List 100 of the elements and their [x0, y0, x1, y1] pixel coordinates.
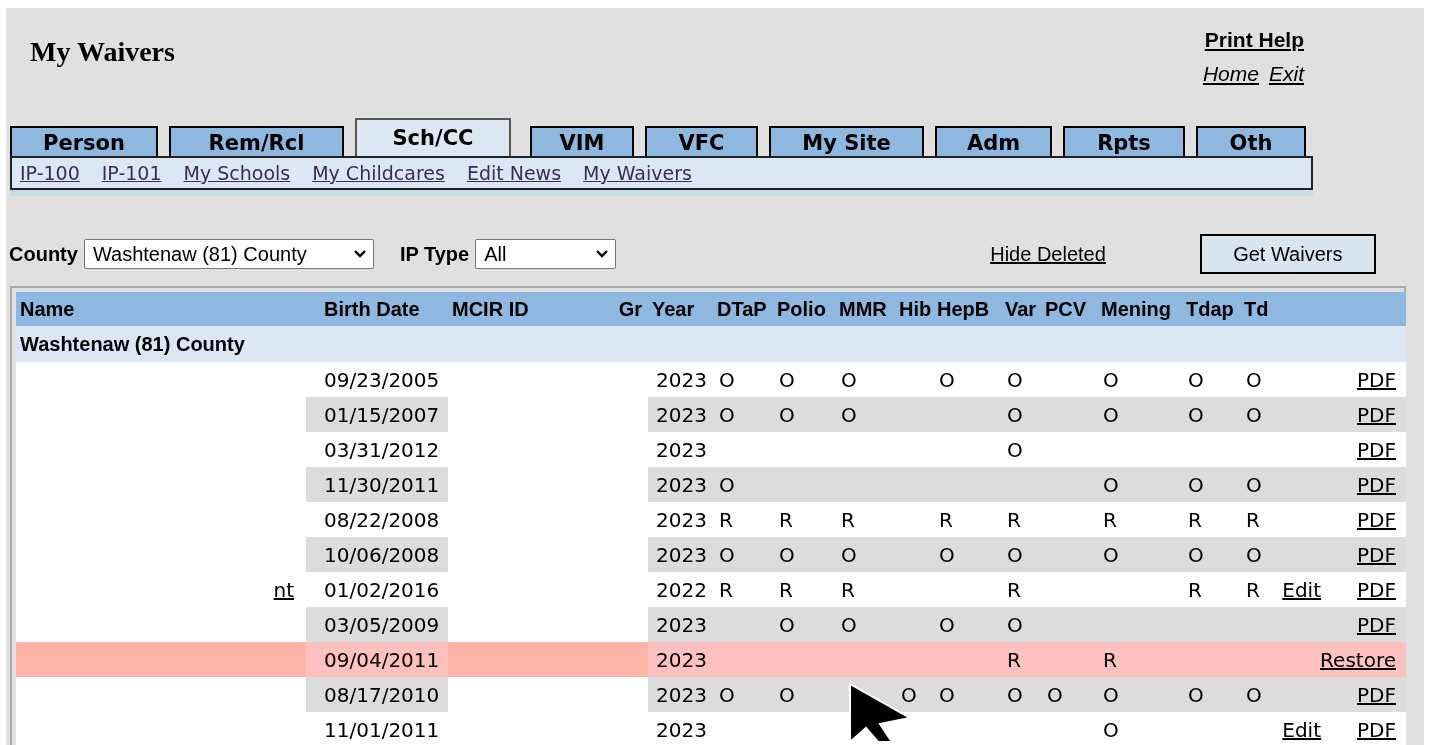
table-cell: O: [1188, 542, 1204, 567]
group-heading: Washtenaw (81) County: [16, 326, 1406, 362]
table-cell: 08/22/2008: [306, 502, 448, 537]
edit-link[interactable]: Edit: [1282, 577, 1321, 602]
table-cell: O: [779, 542, 795, 567]
filter-dropdown[interactable]: Washtenaw (81) County: [83, 239, 374, 269]
subnav-link[interactable]: Edit News: [466, 162, 562, 184]
subnav-link[interactable]: IP-101: [101, 162, 162, 184]
row-action-link[interactable]: PDF: [1357, 472, 1396, 497]
row-action-link[interactable]: PDF: [1357, 577, 1396, 602]
nav-tab[interactable]: Oth: [1196, 126, 1306, 156]
column-header: Birth Date: [306, 292, 448, 326]
table-cell: O: [719, 542, 735, 567]
edit-link[interactable]: Edit: [1282, 717, 1321, 742]
filter-label: County: [9, 242, 78, 266]
filter-label: IP Type: [399, 242, 470, 266]
nav-tab[interactable]: Adm: [935, 126, 1052, 156]
column-header: Hib: [895, 292, 933, 326]
table-cell: O: [1103, 472, 1119, 497]
subnav-link[interactable]: IP-100: [20, 162, 80, 184]
row-action-link[interactable]: PDF: [1357, 682, 1396, 707]
column-header: Year: [648, 292, 713, 326]
row-action-link[interactable]: PDF: [1357, 612, 1396, 637]
row-action-link[interactable]: PDF: [1357, 437, 1396, 462]
table-cell: 09/04/2011: [306, 642, 448, 677]
table-cell: O: [1246, 367, 1262, 392]
table-cell: R: [779, 507, 793, 532]
table-cell: 11/30/2011: [306, 467, 448, 502]
table-cell: O: [719, 402, 735, 427]
table-cell: O: [939, 367, 955, 392]
table-cell: O: [939, 542, 955, 567]
table-cell: O: [719, 367, 735, 392]
table-cell: 10/06/2008: [306, 537, 448, 572]
table-cell: O: [1103, 402, 1119, 427]
name-link[interactable]: nt: [273, 577, 294, 602]
nav-tab[interactable]: Rpts: [1063, 126, 1185, 156]
header-link[interactable]: Print Help: [1204, 28, 1304, 51]
table-cell: R: [1246, 577, 1260, 602]
table-cell: 2023: [648, 712, 713, 745]
column-header: Polio: [773, 292, 835, 326]
row-action-link[interactable]: PDF: [1357, 367, 1396, 392]
table-cell: R: [1246, 507, 1260, 532]
filter-dropdown[interactable]: All: [475, 239, 617, 269]
table-cell: 2023: [648, 397, 713, 432]
header-link[interactable]: Exit: [1269, 62, 1304, 86]
chevron-icon: [595, 249, 610, 259]
table-cell: 09/23/2005: [306, 362, 448, 397]
table-cell: 11/01/2011: [306, 712, 448, 745]
table-cell: 2023: [648, 537, 713, 572]
nav-tab[interactable]: My Site: [769, 126, 924, 156]
column-header: Tdap: [1182, 292, 1240, 326]
table-cell: O: [1103, 717, 1119, 742]
page-title: My Waivers: [30, 36, 175, 69]
table-cell: O: [1007, 682, 1023, 707]
table-cell: R: [1007, 647, 1021, 672]
column-header: DTaP: [713, 292, 773, 326]
header-link[interactable]: Home: [1202, 62, 1259, 86]
nav-tab[interactable]: VFC: [645, 126, 758, 156]
nav-tab[interactable]: VIM: [530, 126, 634, 156]
table-cell: R: [841, 577, 855, 602]
row-action-link[interactable]: PDF: [1357, 717, 1396, 742]
table-cell: O: [841, 542, 857, 567]
table-cell: 2023: [648, 432, 713, 467]
subnav-link[interactable]: My Schools: [183, 162, 291, 184]
table-cell: O: [1188, 402, 1204, 427]
get-waivers-button[interactable]: Get Waivers: [1199, 234, 1376, 274]
nav-tab[interactable]: Person: [10, 126, 158, 156]
table-cell: O: [1007, 437, 1023, 462]
column-header: Gr: [598, 292, 648, 326]
row-action-link[interactable]: Restore: [1320, 647, 1396, 672]
column-header: Td: [1240, 292, 1276, 326]
table-cell: O: [841, 402, 857, 427]
table-cell: O: [779, 682, 795, 707]
table-cell: O: [1246, 402, 1262, 427]
column-header: Name: [16, 292, 306, 326]
table-cell: O: [901, 682, 917, 707]
table-cell: O: [779, 612, 795, 637]
row-action-link[interactable]: PDF: [1357, 542, 1396, 567]
table-cell: O: [939, 682, 955, 707]
table-cell: R: [1103, 507, 1117, 532]
table-cell: 03/05/2009: [306, 607, 448, 642]
nav-tab[interactable]: Rem/Rcl: [169, 126, 344, 156]
column-header: Var: [1001, 292, 1041, 326]
table-cell: O: [1246, 472, 1262, 497]
column-header: MCIR ID: [448, 292, 598, 326]
table-cell: R: [939, 507, 953, 532]
table-cell: 08/17/2010: [306, 677, 448, 712]
table-cell: O: [841, 612, 857, 637]
row-action-link[interactable]: PDF: [1357, 507, 1396, 532]
table-cell: R: [779, 577, 793, 602]
hide-deleted-link[interactable]: Hide Deleted: [990, 242, 1106, 266]
table-cell: 2023: [648, 467, 713, 502]
table-cell: 2023: [648, 677, 713, 712]
row-action-link[interactable]: PDF: [1357, 402, 1396, 427]
subnav-link[interactable]: My Childcares: [312, 162, 445, 184]
table-cell: O: [719, 472, 735, 497]
subnav-link[interactable]: My Waivers: [583, 162, 692, 184]
table-cell: O: [939, 612, 955, 637]
table-cell: R: [1007, 507, 1021, 532]
nav-tab[interactable]: Sch/CC: [355, 118, 511, 156]
